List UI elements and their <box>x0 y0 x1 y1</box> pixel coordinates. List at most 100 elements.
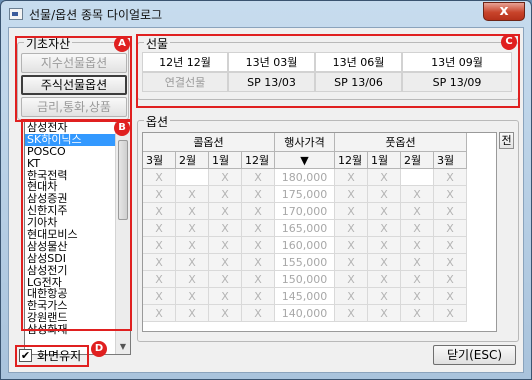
strike-price-cell[interactable]: 145,000 <box>275 288 335 305</box>
put-option-cell[interactable]: X <box>401 186 434 203</box>
put-option-cell[interactable]: X <box>401 254 434 271</box>
strike-price-cell[interactable]: 170,000 <box>275 203 335 220</box>
put-options-header: 풋옵션 <box>335 133 467 152</box>
put-option-cell[interactable] <box>401 169 434 186</box>
call-option-cell[interactable]: X <box>143 305 176 322</box>
strike-price-cell[interactable]: 180,000 <box>275 169 335 186</box>
put-option-cell[interactable]: X <box>335 237 368 254</box>
put-option-cell[interactable]: X <box>401 305 434 322</box>
call-month-header[interactable]: 12월 <box>242 152 275 169</box>
put-month-header[interactable]: 12월 <box>335 152 368 169</box>
call-option-cell[interactable]: X <box>209 186 242 203</box>
call-option-cell[interactable]: X <box>143 237 176 254</box>
close-esc-button[interactable]: 닫기(ESC) <box>433 345 516 365</box>
strike-price-cell[interactable]: 165,000 <box>275 220 335 237</box>
put-option-cell[interactable]: X <box>335 271 368 288</box>
call-option-cell[interactable]: X <box>176 254 209 271</box>
put-option-cell[interactable]: X <box>434 220 467 237</box>
call-option-cell[interactable]: X <box>143 220 176 237</box>
call-option-cell[interactable]: X <box>242 254 275 271</box>
annotation-badge-d: D <box>91 341 107 357</box>
call-option-cell[interactable]: X <box>209 220 242 237</box>
annotation-box-b <box>21 119 132 331</box>
all-columns-button[interactable]: 전 <box>499 132 514 149</box>
call-option-cell[interactable]: X <box>176 288 209 305</box>
put-option-cell[interactable]: X <box>368 288 401 305</box>
put-option-cell[interactable]: X <box>335 169 368 186</box>
put-option-cell[interactable]: X <box>368 220 401 237</box>
call-option-cell[interactable]: X <box>209 203 242 220</box>
strike-price-cell[interactable]: 175,000 <box>275 186 335 203</box>
window-close-button[interactable]: x <box>483 2 525 21</box>
put-option-cell[interactable]: X <box>335 254 368 271</box>
put-month-header[interactable]: 3월 <box>434 152 467 169</box>
call-option-cell[interactable]: X <box>242 271 275 288</box>
put-option-cell[interactable]: X <box>368 169 401 186</box>
put-option-cell[interactable]: X <box>335 203 368 220</box>
call-option-cell[interactable]: X <box>143 203 176 220</box>
call-month-header[interactable]: 1월 <box>209 152 242 169</box>
put-option-cell[interactable]: X <box>335 288 368 305</box>
put-option-cell[interactable]: X <box>434 237 467 254</box>
title-bar[interactable]: 선물/옵션 종목 다이얼로그 x <box>1 1 531 27</box>
call-option-cell[interactable]: X <box>143 271 176 288</box>
strike-price-cell[interactable]: 150,000 <box>275 271 335 288</box>
put-option-cell[interactable]: X <box>335 220 368 237</box>
put-option-cell[interactable]: X <box>401 271 434 288</box>
call-option-cell[interactable]: X <box>209 237 242 254</box>
call-option-cell[interactable]: X <box>242 220 275 237</box>
put-option-cell[interactable]: X <box>368 203 401 220</box>
put-option-cell[interactable]: X <box>368 305 401 322</box>
put-option-cell[interactable]: X <box>434 288 467 305</box>
call-month-header[interactable]: 3월 <box>143 152 176 169</box>
put-option-cell[interactable]: X <box>434 271 467 288</box>
call-option-cell[interactable]: X <box>242 186 275 203</box>
call-option-cell[interactable]: X <box>143 186 176 203</box>
call-option-cell[interactable]: X <box>176 220 209 237</box>
call-option-cell[interactable]: X <box>242 203 275 220</box>
put-option-cell[interactable]: X <box>434 305 467 322</box>
call-option-cell[interactable]: X <box>143 169 176 186</box>
call-month-header[interactable]: 2월 <box>176 152 209 169</box>
put-month-header[interactable]: 1월 <box>368 152 401 169</box>
put-option-cell[interactable]: X <box>401 237 434 254</box>
put-month-header[interactable]: 2월 <box>401 152 434 169</box>
strike-price-cell[interactable]: 155,000 <box>275 254 335 271</box>
put-option-cell[interactable]: X <box>401 288 434 305</box>
put-option-cell[interactable]: X <box>368 186 401 203</box>
call-option-cell[interactable]: X <box>143 254 176 271</box>
put-option-cell[interactable]: X <box>335 186 368 203</box>
strike-price-cell[interactable]: 140,000 <box>275 305 335 322</box>
call-option-cell[interactable]: X <box>143 288 176 305</box>
scroll-down-icon[interactable]: ▼ <box>116 340 130 354</box>
put-option-cell[interactable]: X <box>368 237 401 254</box>
call-option-cell[interactable]: X <box>242 288 275 305</box>
call-options-header: 콜옵션 <box>143 133 275 152</box>
put-option-cell[interactable]: X <box>368 271 401 288</box>
put-option-cell[interactable]: X <box>368 254 401 271</box>
put-option-cell[interactable]: X <box>434 254 467 271</box>
call-option-cell[interactable]: X <box>176 271 209 288</box>
call-option-cell[interactable] <box>176 169 209 186</box>
put-option-cell[interactable]: X <box>401 203 434 220</box>
put-option-cell[interactable]: X <box>434 203 467 220</box>
call-option-cell[interactable]: X <box>209 288 242 305</box>
call-option-cell[interactable]: X <box>176 203 209 220</box>
call-option-cell[interactable]: X <box>209 271 242 288</box>
sort-down-icon[interactable]: ▼ <box>275 152 335 169</box>
options-table: 콜옵션 행사가격 풋옵션 3월 2월 1월 12월 ▼ 12월 1월 2월 3월 X X X 180,000 X… <box>142 132 497 332</box>
put-option-cell[interactable]: X <box>434 186 467 203</box>
call-option-cell[interactable]: X <box>176 186 209 203</box>
call-option-cell[interactable]: X <box>209 305 242 322</box>
strike-price-cell[interactable]: 160,000 <box>275 237 335 254</box>
put-option-cell[interactable]: X <box>401 220 434 237</box>
call-option-cell[interactable]: X <box>209 254 242 271</box>
call-option-cell[interactable]: X <box>242 237 275 254</box>
put-option-cell[interactable]: X <box>335 305 368 322</box>
call-option-cell[interactable]: X <box>242 305 275 322</box>
call-option-cell[interactable]: X <box>209 169 242 186</box>
call-option-cell[interactable]: X <box>176 237 209 254</box>
call-option-cell[interactable]: X <box>176 305 209 322</box>
put-option-cell[interactable]: X <box>434 169 467 186</box>
call-option-cell[interactable]: X <box>242 169 275 186</box>
